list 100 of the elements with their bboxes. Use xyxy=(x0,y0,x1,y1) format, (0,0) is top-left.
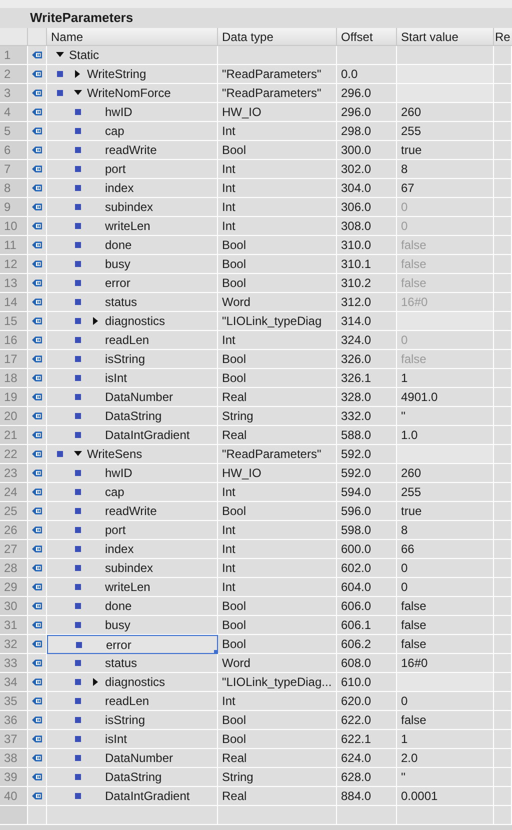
line-number: 32 xyxy=(0,635,28,654)
table-cell: 592.0 xyxy=(337,445,397,464)
member-bullet-icon xyxy=(75,242,81,248)
name-cell[interactable]: isString xyxy=(47,711,218,730)
name-cell[interactable]: subindex xyxy=(47,198,218,217)
line-number: 22 xyxy=(0,445,28,464)
name-cell[interactable]: subindex xyxy=(47,559,218,578)
table-cell xyxy=(337,806,397,825)
name-cell[interactable]: WriteSens xyxy=(47,445,218,464)
member-name: diagnostics xyxy=(105,674,166,691)
name-cell[interactable]: status xyxy=(47,654,218,673)
member-name: Static xyxy=(69,47,100,64)
table-cell: Bool xyxy=(218,502,337,521)
name-cell[interactable]: writeLen xyxy=(47,578,218,597)
column-header[interactable]: Start value xyxy=(397,28,494,46)
name-cell[interactable]: done xyxy=(47,597,218,616)
table-cell: 606.0 xyxy=(337,597,397,616)
name-cell[interactable]: busy xyxy=(47,255,218,274)
column-header[interactable]: Offset xyxy=(337,28,397,46)
name-cell[interactable]: DataNumber xyxy=(47,749,218,768)
table-cell xyxy=(494,312,512,331)
table-cell: 314.0 xyxy=(337,312,397,331)
name-cell[interactable]: readLen xyxy=(47,331,218,350)
table-cell: 0 xyxy=(397,198,494,217)
name-cell[interactable]: index xyxy=(47,540,218,559)
name-cell[interactable]: hwID xyxy=(47,103,218,122)
expand-arrow-icon[interactable] xyxy=(92,317,100,325)
name-cell[interactable]: diagnostics xyxy=(47,673,218,692)
table-cell: 628.0 xyxy=(337,768,397,787)
line-number: 36 xyxy=(0,711,28,730)
name-cell[interactable]: isInt xyxy=(47,369,218,388)
table-cell: Int xyxy=(218,521,337,540)
name-cell[interactable]: readLen xyxy=(47,692,218,711)
collapse-arrow-icon[interactable] xyxy=(74,450,82,458)
table-cell xyxy=(494,730,512,749)
expand-arrow-icon[interactable] xyxy=(92,678,100,686)
column-header[interactable]: Data type xyxy=(218,28,337,46)
line-number: 12 xyxy=(0,255,28,274)
table-cell: 622.0 xyxy=(337,711,397,730)
expand-arrow-icon[interactable] xyxy=(74,70,82,78)
name-cell[interactable]: index xyxy=(47,179,218,198)
name-cell[interactable]: status xyxy=(47,293,218,312)
name-cell[interactable]: busy xyxy=(47,616,218,635)
name-cell[interactable]: DataIntGradient xyxy=(47,787,218,806)
member-name: hwID xyxy=(105,465,132,482)
member-bullet-icon xyxy=(75,261,81,267)
member-name: DataNumber xyxy=(105,389,174,406)
name-cell[interactable]: DataNumber xyxy=(47,388,218,407)
name-cell[interactable]: DataIntGradient xyxy=(47,426,218,445)
table-cell: 260 xyxy=(397,103,494,122)
name-cell[interactable]: error xyxy=(47,635,218,654)
name-cell[interactable]: port xyxy=(47,521,218,540)
name-cell[interactable]: readWrite xyxy=(47,502,218,521)
table-cell xyxy=(494,388,512,407)
table-cell: 588.0 xyxy=(337,426,397,445)
interface-icon xyxy=(32,183,42,193)
name-cell[interactable]: diagnostics xyxy=(47,312,218,331)
table-cell: 310.0 xyxy=(337,236,397,255)
line-number: 29 xyxy=(0,578,28,597)
interface-icon xyxy=(32,430,42,440)
column-header[interactable]: Name xyxy=(47,28,218,46)
table-cell xyxy=(494,198,512,217)
table-cell: 620.0 xyxy=(337,692,397,711)
table-cell: 255 xyxy=(397,122,494,141)
interface-icon xyxy=(32,734,42,744)
column-header[interactable]: Re xyxy=(494,28,512,46)
name-cell[interactable]: port xyxy=(47,160,218,179)
table-cell: Bool xyxy=(218,350,337,369)
name-cell[interactable]: WriteNomForce xyxy=(47,84,218,103)
name-cell[interactable]: writeLen xyxy=(47,217,218,236)
collapse-arrow-icon[interactable] xyxy=(56,51,64,59)
line-number: 19 xyxy=(0,388,28,407)
table-cell: Int xyxy=(218,122,337,141)
table-cell: 306.0 xyxy=(337,198,397,217)
name-cell[interactable]: isString xyxy=(47,350,218,369)
member-bullet-icon xyxy=(75,793,81,799)
table-cell xyxy=(494,692,512,711)
member-name: subindex xyxy=(105,199,154,216)
name-cell[interactable]: WriteString xyxy=(47,65,218,84)
name-cell[interactable]: cap xyxy=(47,122,218,141)
table-cell: 598.0 xyxy=(337,521,397,540)
name-cell[interactable]: hwID xyxy=(47,464,218,483)
line-number: 21 xyxy=(0,426,28,445)
table-cell: 304.0 xyxy=(337,179,397,198)
name-cell[interactable]: done xyxy=(47,236,218,255)
name-cell[interactable]: Static xyxy=(47,46,218,65)
table-cell xyxy=(494,369,512,388)
table-cell: 2.0 xyxy=(397,749,494,768)
name-cell[interactable]: readWrite xyxy=(47,141,218,160)
table-cell xyxy=(494,464,512,483)
interface-icon xyxy=(32,753,42,763)
member-bullet-icon xyxy=(75,394,81,400)
collapse-arrow-icon[interactable] xyxy=(74,89,82,97)
name-cell[interactable]: cap xyxy=(47,483,218,502)
table-cell: Int xyxy=(218,331,337,350)
member-name: readWrite xyxy=(105,142,157,159)
name-cell[interactable]: DataString xyxy=(47,768,218,787)
name-cell[interactable]: isInt xyxy=(47,730,218,749)
name-cell[interactable]: DataString xyxy=(47,407,218,426)
name-cell[interactable]: error xyxy=(47,274,218,293)
